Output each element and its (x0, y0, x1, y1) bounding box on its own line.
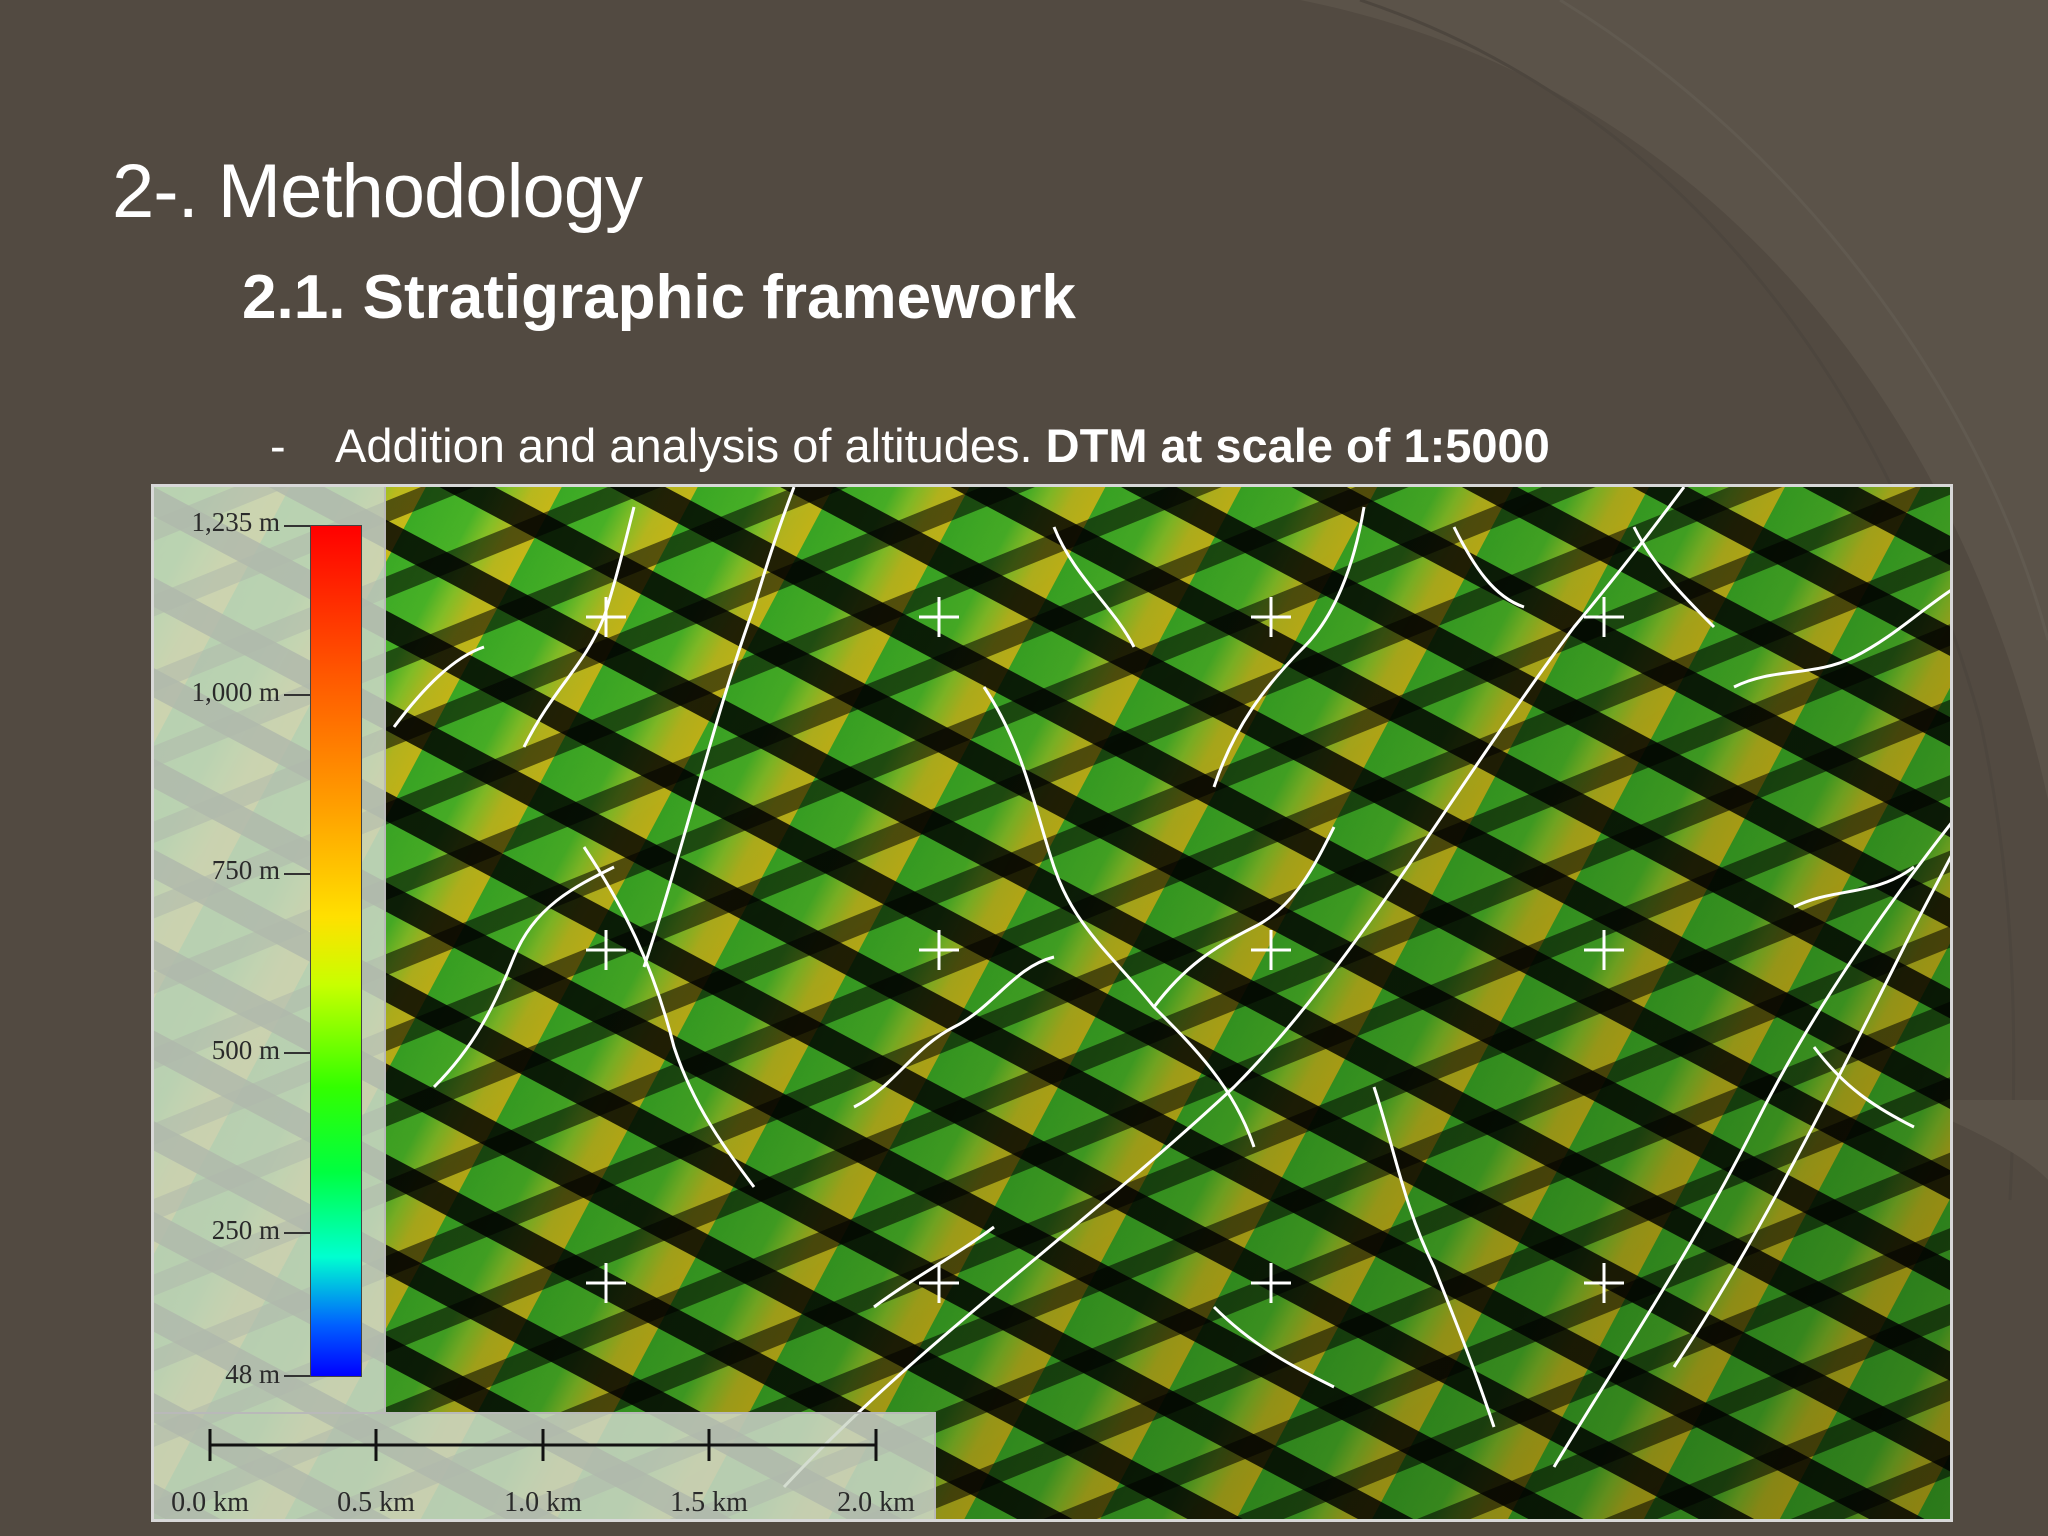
scale-label: 1.0 km (504, 1487, 582, 1518)
bullet-item: - Addition and analysis of altitudes. DTM… (270, 418, 1550, 473)
slide-subtitle: 2.1. Stratigraphic framework (242, 263, 1076, 332)
scale-label: 0.0 km (171, 1487, 249, 1518)
slide-title: 2-. Methodology (112, 149, 643, 234)
scale-label: 2.0 km (837, 1487, 915, 1518)
scale-label: 0.5 km (337, 1487, 415, 1518)
bullet-text: Addition and analysis of altitudes. (335, 419, 1046, 472)
bullet-marker: - (270, 419, 286, 472)
bullet-emphasis: DTM at scale of 1:5000 (1045, 419, 1550, 472)
dtm-map: 1,235 m 1,000 m 750 m 500 m 250 m 48 m 0… (151, 484, 1953, 1522)
scale-bar (208, 1429, 878, 1461)
scale-label: 1.5 km (670, 1487, 748, 1518)
